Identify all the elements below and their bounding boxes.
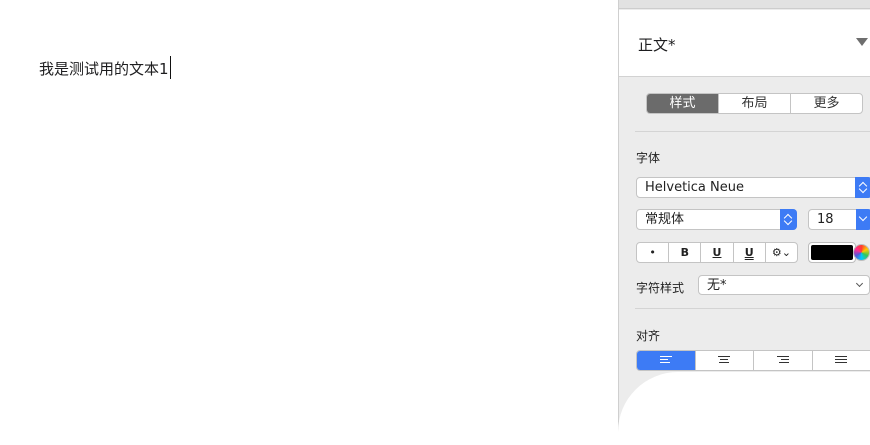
- double-underline-button[interactable]: U: [732, 243, 765, 262]
- align-left-icon: [659, 356, 672, 366]
- chevron-down-icon: [855, 279, 864, 288]
- document-text-line[interactable]: 我是测试用的文本1: [39, 56, 171, 79]
- font-family-value: Helvetica Neue: [645, 180, 744, 195]
- font-family-popup[interactable]: Helvetica Neue: [636, 177, 870, 198]
- align-right-button[interactable]: [753, 351, 812, 370]
- align-center-button[interactable]: [694, 351, 754, 370]
- font-size-field[interactable]: 18: [808, 209, 870, 230]
- inspector-top-strip: [619, 0, 870, 9]
- triangle-down-icon[interactable]: [856, 38, 868, 46]
- white-overlay: [618, 372, 870, 445]
- document-canvas[interactable]: 我是测试用的文本1: [0, 0, 618, 445]
- font-section-label: 字体: [636, 151, 661, 165]
- inspector-tabs: 样式 布局 更多: [646, 93, 863, 114]
- bullet-button[interactable]: •: [637, 243, 668, 262]
- bold-button[interactable]: B: [668, 243, 700, 262]
- alignment-buttons: [636, 350, 870, 371]
- tab-style[interactable]: 样式: [647, 94, 718, 113]
- align-center-icon: [718, 356, 731, 366]
- divider: [635, 131, 870, 132]
- color-swatch: [811, 245, 853, 260]
- char-style-value: 无*: [707, 278, 727, 293]
- underline-button[interactable]: U: [700, 243, 732, 262]
- gear-menu-button[interactable]: ⚙︎⌄: [764, 243, 797, 262]
- font-size-value: 18: [817, 212, 834, 227]
- char-style-label: 字符样式: [636, 281, 685, 295]
- text-format-buttons: • B U U ⚙︎⌄: [636, 242, 798, 263]
- color-wheel-icon[interactable]: [853, 244, 870, 261]
- char-style-popup[interactable]: 无*: [698, 275, 870, 295]
- up-down-arrows-icon[interactable]: [780, 209, 797, 230]
- align-right-icon: [776, 356, 789, 366]
- typeface-popup[interactable]: 常规体: [636, 209, 797, 230]
- chevron-down-icon[interactable]: [856, 209, 870, 230]
- paragraph-style-label: 正文*: [638, 36, 676, 54]
- divider: [635, 308, 870, 309]
- justify-icon: [835, 356, 848, 366]
- paragraph-style-selector[interactable]: 正文*: [619, 10, 870, 77]
- tab-more[interactable]: 更多: [790, 94, 862, 113]
- justify-button[interactable]: [811, 351, 870, 370]
- text-caret: [169, 56, 171, 79]
- align-section-label: 对齐: [636, 329, 661, 343]
- up-down-arrows-icon[interactable]: [855, 177, 870, 198]
- tab-layout[interactable]: 布局: [718, 94, 790, 113]
- text-color-well[interactable]: [808, 242, 856, 263]
- align-left-button[interactable]: [637, 351, 695, 370]
- document-text[interactable]: 我是测试用的文本1: [39, 60, 169, 78]
- typeface-value: 常规体: [645, 212, 685, 227]
